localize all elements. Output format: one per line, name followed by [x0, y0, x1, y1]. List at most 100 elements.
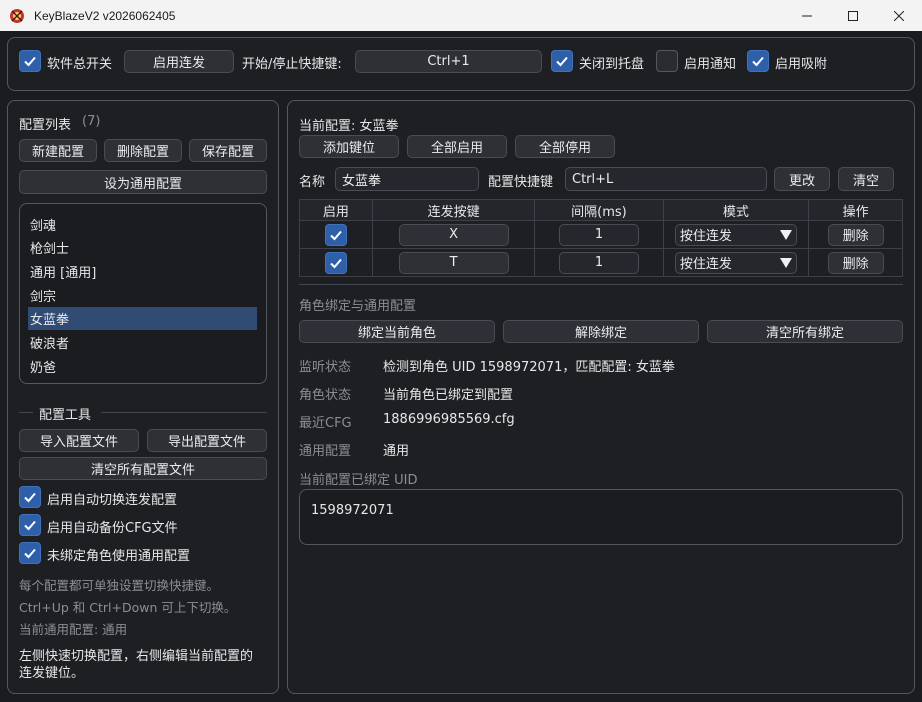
- enable-rapid-button[interactable]: 启用连发: [124, 50, 234, 73]
- list-item[interactable]: 剑宗: [28, 284, 257, 307]
- header-interval: 间隔(ms): [534, 199, 664, 221]
- check-icon: [24, 492, 36, 503]
- enable-notify-label: 启用通知: [684, 57, 737, 72]
- hint-hotkey: 每个配置都可单独设置切换快捷键。: [19, 578, 220, 593]
- enable-snap-label: 启用吸附: [775, 57, 828, 72]
- master-switch-checkbox[interactable]: [19, 50, 41, 72]
- list-item[interactable]: 通用 [通用]: [28, 260, 257, 283]
- check-icon: [24, 548, 36, 559]
- change-hotkey-button[interactable]: 更改: [774, 167, 830, 191]
- unbound-use-general-checkbox[interactable]: [19, 542, 41, 564]
- row-delete-button[interactable]: 删除: [827, 251, 884, 274]
- config-hotkey-input[interactable]: Ctrl+L: [565, 167, 767, 191]
- config-hotkey-label: 配置快捷键: [488, 175, 554, 190]
- row-mode-value: 按住连发: [679, 229, 732, 244]
- header-key: 连发按键: [371, 199, 536, 221]
- section-divider: [299, 284, 903, 285]
- row-delete-button[interactable]: 删除: [827, 223, 884, 246]
- row-mode-value: 按住连发: [679, 257, 732, 272]
- header-mode: 模式: [662, 199, 810, 221]
- config-tools-title: 配置工具: [39, 408, 92, 423]
- hint-ctrl-updown: Ctrl+Up 和 Ctrl+Down 可上下切换。: [19, 600, 237, 615]
- dropdown-arrow-icon: [779, 229, 792, 240]
- clear-hotkey-button[interactable]: 清空: [838, 167, 894, 191]
- new-config-button[interactable]: 新建配置: [19, 139, 97, 162]
- list-item[interactable]: 破浪者: [28, 331, 257, 354]
- row-interval-input[interactable]: 1: [558, 251, 639, 274]
- unbind-button[interactable]: 解除绑定: [503, 320, 699, 343]
- check-icon: [24, 56, 36, 67]
- config-list[interactable]: 剑魂 枪剑士 通用 [通用] 剑宗 女蓝拳 破浪者 奶爸: [19, 203, 267, 384]
- dropdown-arrow-icon: [779, 257, 792, 268]
- auto-switch-label: 启用自动切换连发配置: [47, 493, 178, 508]
- binding-section-title: 角色绑定与通用配置: [299, 299, 417, 314]
- recent-cfg-value: 1886996985569.cfg: [383, 412, 515, 427]
- app-icon: [10, 8, 24, 23]
- import-config-button[interactable]: 导入配置文件: [19, 429, 139, 452]
- maximize-button[interactable]: [830, 0, 876, 31]
- add-key-button[interactable]: 添加键位: [299, 135, 399, 158]
- role-status-label: 角色状态: [299, 388, 352, 403]
- clear-all-bindings-button[interactable]: 清空所有绑定: [707, 320, 903, 343]
- auto-backup-label: 启用自动备份CFG文件: [47, 521, 178, 536]
- list-item-selected[interactable]: 女蓝拳: [28, 307, 257, 330]
- config-list-title: 配置列表: [19, 118, 72, 133]
- enable-all-button[interactable]: 全部启用: [407, 135, 507, 158]
- hint-general-config: 当前通用配置: 通用: [19, 622, 128, 637]
- row-interval-input[interactable]: 1: [558, 223, 639, 246]
- clear-all-configs-button[interactable]: 清空所有配置文件: [19, 457, 267, 480]
- list-item[interactable]: 枪剑士: [28, 236, 257, 259]
- save-config-button[interactable]: 保存配置: [189, 139, 267, 162]
- close-button[interactable]: [876, 0, 922, 31]
- general-config-value: 通用: [383, 444, 410, 459]
- general-config-label: 通用配置: [299, 444, 352, 459]
- tools-divider-right: [101, 412, 267, 413]
- enable-notify-checkbox[interactable]: [656, 50, 678, 72]
- config-list-count: (7): [82, 114, 101, 129]
- name-input[interactable]: 女蓝拳: [335, 167, 479, 191]
- row-key-button[interactable]: X: [398, 223, 509, 246]
- window-title: KeyBlazeV2 v2026062405: [34, 8, 176, 23]
- list-item[interactable]: 奶爸: [28, 355, 257, 378]
- listen-status-label: 监听状态: [299, 360, 352, 375]
- hotkey-field[interactable]: Ctrl+1: [355, 50, 542, 73]
- master-switch-label: 软件总开关: [47, 57, 113, 72]
- list-item[interactable]: 剑魂: [28, 213, 257, 236]
- auto-backup-checkbox[interactable]: [19, 514, 41, 536]
- header-enabled: 启用: [299, 199, 373, 221]
- check-icon: [330, 258, 342, 268]
- row-mode-select[interactable]: 按住连发: [674, 251, 797, 274]
- minimize-button[interactable]: [784, 0, 830, 31]
- unbound-use-general-label: 未绑定角色使用通用配置: [47, 549, 191, 564]
- header-action: 操作: [808, 199, 903, 221]
- title-bar: KeyBlazeV2 v2026062405: [0, 0, 922, 31]
- delete-config-button[interactable]: 删除配置: [104, 139, 182, 162]
- disable-all-button[interactable]: 全部停用: [515, 135, 615, 158]
- row-key-button[interactable]: T: [398, 251, 509, 274]
- set-general-config-button[interactable]: 设为通用配置: [19, 170, 267, 194]
- export-config-button[interactable]: 导出配置文件: [147, 429, 267, 452]
- current-config-title: 当前配置: 女蓝拳: [299, 119, 399, 134]
- enable-snap-checkbox[interactable]: [747, 50, 769, 72]
- hotkey-label: 开始/停止快捷键:: [242, 57, 342, 72]
- bind-current-role-button[interactable]: 绑定当前角色: [299, 320, 495, 343]
- role-status-value: 当前角色已绑定到配置: [383, 388, 514, 403]
- bound-uid-text: 1598972071: [311, 503, 394, 518]
- row-enabled-checkbox[interactable]: [324, 251, 347, 274]
- tools-divider-left: [19, 412, 33, 413]
- name-label: 名称: [299, 175, 326, 190]
- close-to-tray-label: 关闭到托盘: [579, 57, 645, 72]
- bound-uid-textbox[interactable]: 1598972071: [299, 489, 903, 545]
- row-mode-select[interactable]: 按住连发: [674, 223, 797, 246]
- recent-cfg-label: 最近CFG: [299, 416, 352, 431]
- maximize-icon: [848, 10, 858, 21]
- close-to-tray-checkbox[interactable]: [551, 50, 573, 72]
- auto-switch-checkbox[interactable]: [19, 486, 41, 508]
- table-row: T 1 按住连发 删除: [299, 248, 903, 277]
- minimize-icon: [802, 15, 812, 16]
- key-table: 启用 连发按键 间隔(ms) 模式 操作 X 1 按住连发 删除 T 1 按住连…: [299, 199, 903, 277]
- check-icon: [24, 520, 36, 531]
- row-enabled-checkbox[interactable]: [324, 223, 347, 246]
- check-icon: [752, 56, 764, 67]
- check-icon: [556, 56, 568, 67]
